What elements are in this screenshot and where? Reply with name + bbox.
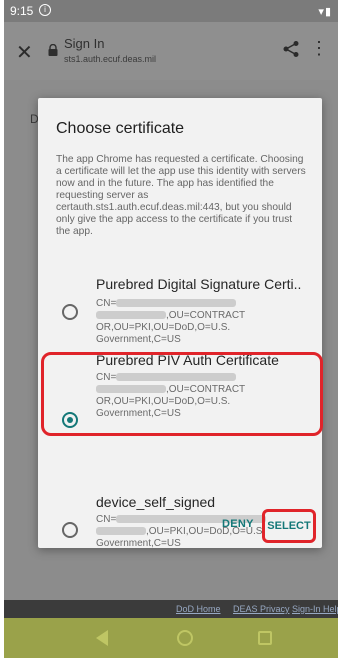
home-icon[interactable] [177,630,193,646]
close-icon[interactable]: ✕ [16,40,33,65]
redacted-text [96,527,146,536]
redacted-text [116,373,237,382]
certificate-country-line: Government,C=US [96,334,181,345]
info-icon: i [39,4,51,16]
certificate-ou: ,OU=CONTRACT [166,384,246,395]
certificate-option-piv-auth[interactable]: Purebred PIV Auth Certificate CN= ,OU=CO… [38,352,322,498]
certificate-option-device-self-signed[interactable]: device_self_signed CN= ,OU=PKI,OU=DoD,O=… [38,494,322,606]
cn-prefix: CN= [96,298,117,309]
certificate-name: Purebred PIV Auth Certificate [96,352,279,368]
page-url: sts1.auth.ecuf.deas.mil [64,54,157,64]
radio-button[interactable] [62,304,78,320]
certificate-details: CN= ,OU=CONTRACT OR,OU=PKI,OU=DoD,O=U.S.… [96,372,312,420]
certificate-name: device_self_signed [96,494,216,510]
share-icon[interactable] [282,40,300,58]
cn-prefix: CN= [96,514,117,525]
recent-apps-icon[interactable] [258,631,272,645]
back-icon[interactable] [96,630,108,646]
redacted-text [96,311,166,320]
redacted-text [96,385,166,394]
cn-prefix: CN= [96,372,117,383]
certificate-country-line: Government,C=US [96,408,181,419]
select-button[interactable]: SELECT [262,509,316,543]
certificate-ou: ,OU=CONTRACT [166,310,246,321]
status-bar: 9:15 i ▾▮ [4,0,338,22]
certificate-ou-line: OR,OU=PKI,OU=DoD,O=U.S. [96,322,231,333]
radio-button[interactable] [62,522,78,538]
dialog-title: Choose certificate [56,120,185,137]
system-nav-bar [4,618,338,658]
radio-button-selected[interactable] [62,412,78,428]
status-time: 9:15 [10,4,34,18]
certificate-details: CN= ,OU=CONTRACT OR,OU=PKI,OU=DoD,O=U.S.… [96,298,312,346]
page-title: Sign In [64,36,105,51]
more-vert-icon[interactable]: ⋮ [310,38,328,59]
choose-certificate-dialog: Choose certificate The app Chrome has re… [38,98,322,549]
certificate-name: Purebred Digital Signature Certi.. [96,276,302,292]
browser-app-bar: ✕ Sign In sts1.auth.ecuf.deas.mil ⋮ [4,22,338,80]
certificate-ou-line: OR,OU=PKI,OU=DoD,O=U.S. [96,396,231,407]
deny-button[interactable]: DENY [222,518,254,530]
wifi-battery-icon: ▾▮ [318,6,332,18]
lock-icon [48,44,58,56]
dialog-message: The app Chrome has requested a certifica… [56,154,306,237]
redacted-text [116,299,237,308]
device-frame: 9:15 i ▾▮ ✕ Sign In sts1.auth.ecuf.deas.… [0,0,348,658]
